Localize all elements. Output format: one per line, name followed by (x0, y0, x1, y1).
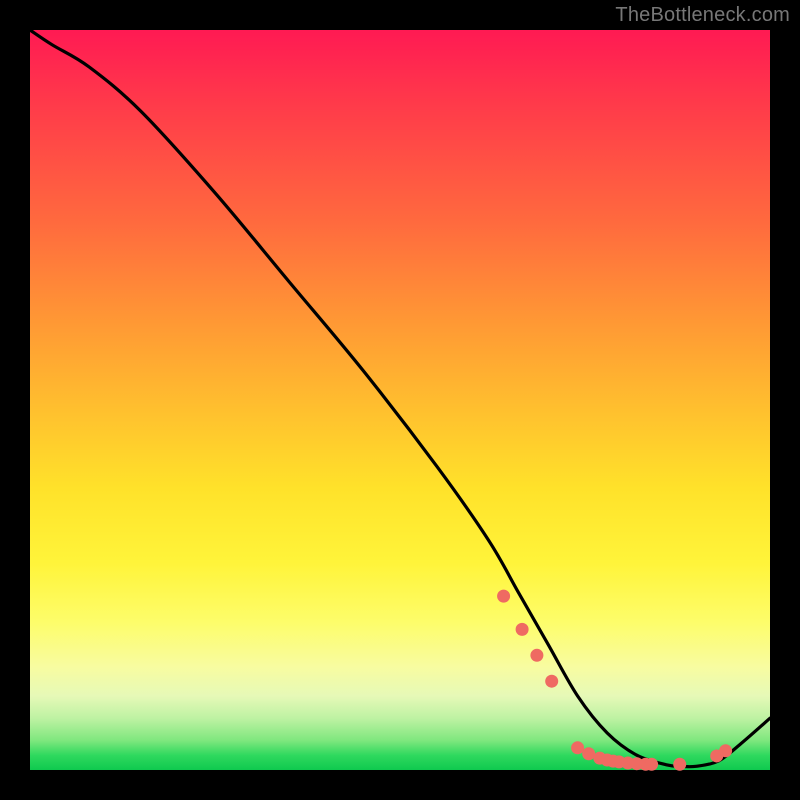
attribution-text: TheBottleneck.com (615, 4, 790, 27)
curve-marker (645, 758, 658, 771)
bottleneck-curve (30, 30, 770, 767)
curve-marker (719, 744, 732, 757)
curve-marker (530, 649, 543, 662)
curve-marker (673, 758, 686, 771)
chart-frame: TheBottleneck.com (0, 0, 800, 800)
curve-marker (545, 675, 558, 688)
curve-marker (497, 590, 510, 603)
plot-area (30, 30, 770, 770)
curve-marker (516, 623, 529, 636)
curve-layer (30, 30, 770, 770)
